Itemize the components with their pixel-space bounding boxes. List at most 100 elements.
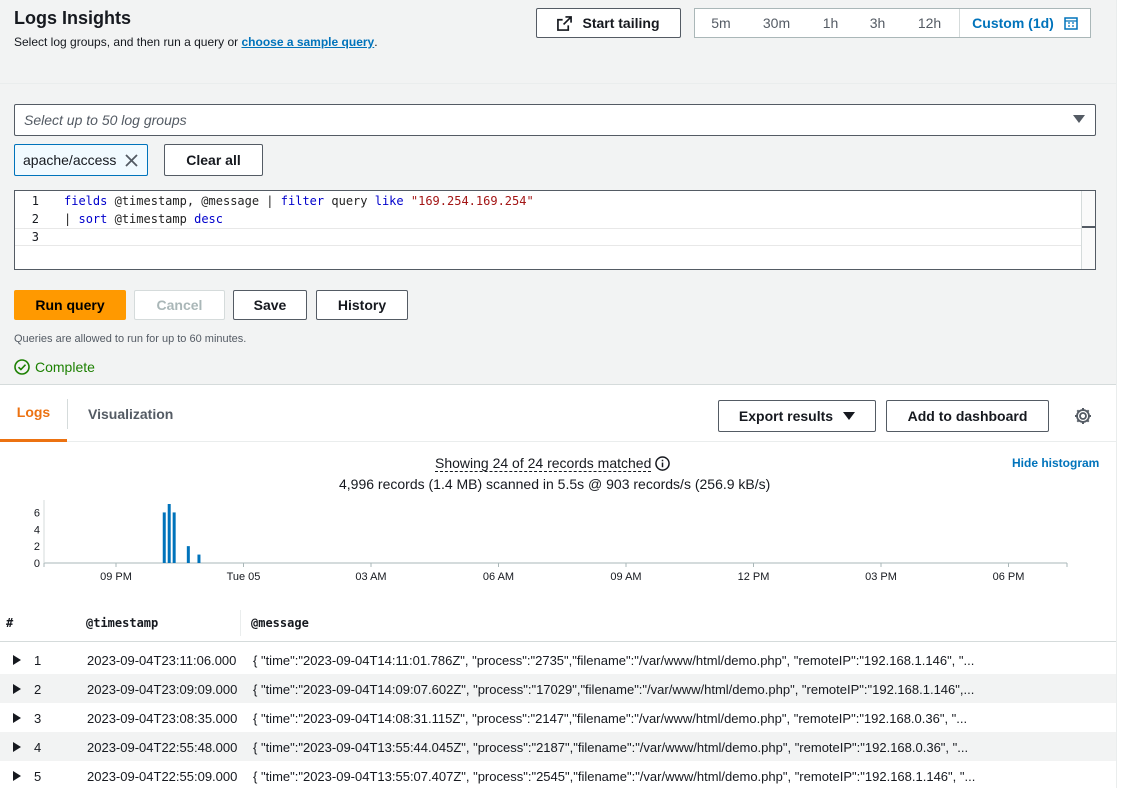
row-timestamp: 2023-09-04T22:55:48.000 xyxy=(87,740,238,755)
gear-icon[interactable] xyxy=(1073,406,1093,426)
table-row[interactable]: 3 2023-09-04T23:08:35.000 { "time":"2023… xyxy=(0,703,1117,732)
histogram-bar xyxy=(197,554,201,563)
y-tick-label: 0 xyxy=(34,558,40,570)
query-status: Complete xyxy=(14,359,95,375)
histogram-bar xyxy=(167,504,171,563)
editor-line: 2 | sort @timestamp desc xyxy=(15,210,1082,228)
x-tick-label: 03 PM xyxy=(865,571,897,583)
subtitle-text: Select log groups, and then run a query … xyxy=(14,35,242,49)
log-histogram: 0 2 4 6 09 PM Tue 05 03 AM 06 AM 09 AM 12 PM 03 PM… xyxy=(34,500,1068,583)
expand-arrow-icon[interactable] xyxy=(13,655,21,665)
tab-divider xyxy=(67,399,68,429)
subtitle-suffix: . xyxy=(374,35,378,49)
row-timestamp: 2023-09-04T23:09:09.000 xyxy=(87,682,238,697)
history-button[interactable]: History xyxy=(316,290,408,320)
save-button[interactable]: Save xyxy=(233,290,307,320)
hide-histogram-link[interactable]: Hide histogram xyxy=(1012,456,1099,470)
log-group-token-label: apache/access xyxy=(23,152,117,168)
line-number: 3 xyxy=(31,230,39,244)
table-row[interactable]: 5 2023-09-04T22:55:09.000 { "time":"2023… xyxy=(0,761,1117,788)
export-results-button[interactable]: Export results xyxy=(718,400,876,432)
range-1h[interactable]: 1h xyxy=(806,9,855,37)
row-timestamp: 2023-09-04T23:08:35.000 xyxy=(87,711,238,726)
editor-line: 3 xyxy=(15,228,1082,246)
caret-down-icon xyxy=(1073,115,1085,123)
log-group-placeholder: Select up to 50 log groups xyxy=(24,112,187,128)
column-message[interactable]: @message xyxy=(251,616,309,630)
range-12h[interactable]: 12h xyxy=(900,9,959,37)
row-number: 4 xyxy=(34,740,42,755)
start-tailing-button[interactable]: Start tailing xyxy=(536,8,681,38)
check-circle-icon xyxy=(14,359,30,375)
y-tick-label: 6 xyxy=(34,507,40,519)
row-number: 1 xyxy=(34,653,42,668)
expand-arrow-icon[interactable] xyxy=(13,742,21,752)
row-number: 3 xyxy=(34,711,42,726)
records-matched: Showing 24 of 24 records matched xyxy=(435,455,671,472)
row-timestamp: 2023-09-04T23:11:06.000 xyxy=(87,653,237,668)
column-index: # xyxy=(6,616,14,630)
editor-scrollbar[interactable] xyxy=(1081,191,1095,269)
status-label: Complete xyxy=(35,359,95,375)
tab-visualization[interactable]: Visualization xyxy=(88,385,173,442)
export-results-label: Export results xyxy=(738,408,834,424)
line-number: 1 xyxy=(31,194,39,208)
expand-arrow-icon[interactable] xyxy=(13,713,21,723)
row-message: { "time":"2023-09-04T14:08:31.115Z", "pr… xyxy=(253,711,968,726)
row-number: 2 xyxy=(34,682,42,697)
info-icon[interactable] xyxy=(655,456,671,471)
log-group-select[interactable]: Select up to 50 log groups xyxy=(14,104,1096,136)
table-row[interactable]: 2 2023-09-04T23:09:09.000 { "time":"2023… xyxy=(0,674,1117,703)
cancel-button[interactable]: Cancel xyxy=(134,290,225,320)
page-edge-divider xyxy=(1116,0,1117,788)
query-editor[interactable]: 1 fields @timestamp, @message | filter q… xyxy=(14,190,1096,270)
row-message: { "time":"2023-09-04T14:09:07.602Z", "pr… xyxy=(253,682,975,697)
tab-logs[interactable]: Logs xyxy=(0,385,67,442)
x-tick-label: 12 PM xyxy=(738,571,770,583)
run-query-button[interactable]: Run query xyxy=(14,290,126,320)
query-time-note: Queries are allowed to run for up to 60 … xyxy=(14,333,247,345)
caret-down-icon xyxy=(843,412,856,420)
x-tick-label: 09 PM xyxy=(100,571,132,583)
calendar-icon xyxy=(1064,17,1078,30)
results-tabs-bar: Logs Visualization Export results Add to… xyxy=(0,384,1117,442)
page-subtitle: Select log groups, and then run a query … xyxy=(14,35,378,49)
query-line-1: fields @timestamp, @message | filter que… xyxy=(64,194,534,208)
sample-query-link[interactable]: choose a sample query xyxy=(241,35,374,49)
x-tick-label: 06 AM xyxy=(483,571,514,583)
editor-line: 1 fields @timestamp, @message | filter q… xyxy=(15,192,1082,210)
query-line-2: | sort @timestamp desc xyxy=(64,212,223,226)
y-tick-label: 2 xyxy=(34,541,40,553)
close-icon[interactable] xyxy=(124,153,139,168)
x-tick-label: Tue 05 xyxy=(227,571,261,583)
line-number: 2 xyxy=(31,212,39,226)
x-tick-label: 09 AM xyxy=(610,571,641,583)
row-message: { "time":"2023-09-04T13:55:07.407Z", "pr… xyxy=(253,769,976,784)
column-divider xyxy=(240,610,241,636)
range-3h[interactable]: 3h xyxy=(855,9,900,37)
row-message: { "time":"2023-09-04T13:55:44.045Z", "pr… xyxy=(253,740,969,755)
histogram-bar xyxy=(186,546,190,563)
table-row[interactable]: 4 2023-09-04T22:55:48.000 { "time":"2023… xyxy=(0,732,1117,761)
expand-arrow-icon[interactable] xyxy=(13,771,21,781)
y-tick-label: 4 xyxy=(34,524,40,536)
page-title: Logs Insights xyxy=(14,8,131,28)
log-group-token: apache/access xyxy=(14,144,148,176)
table-row[interactable]: 1 2023-09-04T23:11:06.000 { "time":"2023… xyxy=(0,645,1117,674)
start-tailing-label: Start tailing xyxy=(582,15,660,31)
external-link-icon xyxy=(557,15,573,31)
histogram-bar xyxy=(162,512,166,563)
range-30m[interactable]: 30m xyxy=(747,9,806,37)
range-5m[interactable]: 5m xyxy=(695,9,747,37)
row-timestamp: 2023-09-04T22:55:09.000 xyxy=(87,769,238,784)
table-header: # @timestamp @message xyxy=(0,602,1117,642)
row-number: 5 xyxy=(34,769,42,784)
x-tick-label: 06 PM xyxy=(993,571,1025,583)
records-matched-text: Showing 24 of 24 records matched xyxy=(435,455,652,472)
range-custom[interactable]: Custom (1d) xyxy=(959,9,1090,37)
clear-all-button[interactable]: Clear all xyxy=(164,144,263,176)
add-to-dashboard-button[interactable]: Add to dashboard xyxy=(886,400,1049,432)
expand-arrow-icon[interactable] xyxy=(13,684,21,694)
row-message: { "time":"2023-09-04T14:11:01.786Z", "pr… xyxy=(253,653,975,668)
column-timestamp[interactable]: @timestamp xyxy=(86,616,158,630)
